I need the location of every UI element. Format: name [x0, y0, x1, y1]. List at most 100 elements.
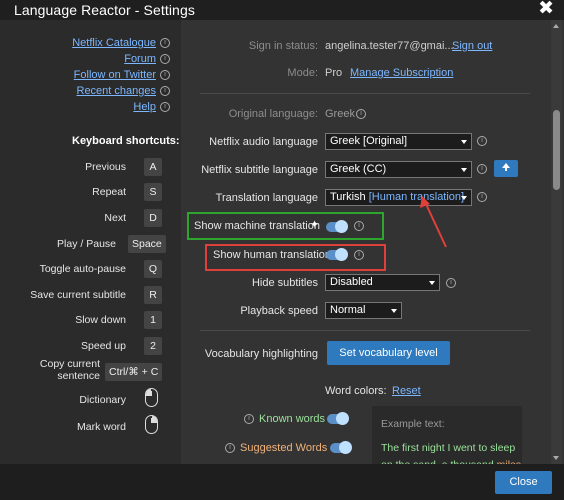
- info-icon[interactable]: i: [160, 54, 170, 64]
- link-label[interactable]: Forum: [124, 53, 156, 65]
- shortcut-save-subtitle: Save current subtitle R: [0, 286, 170, 304]
- shortcut-key: D: [144, 209, 162, 227]
- select-value: Greek [Original]: [330, 135, 408, 147]
- shortcut-speed-up: Speed up 2: [0, 337, 170, 355]
- subtitle-language-select[interactable]: Greek (CC): [325, 161, 472, 178]
- info-icon[interactable]: i: [225, 443, 235, 453]
- chevron-down-icon: [461, 168, 467, 172]
- info-icon[interactable]: i: [477, 192, 487, 202]
- hide-subtitles-select[interactable]: Disabled: [325, 274, 440, 291]
- link-label[interactable]: Recent changes: [77, 85, 157, 97]
- shortcut-label: Copy current sentence: [39, 358, 100, 382]
- sidebar-link-help[interactable]: Help i: [133, 100, 170, 114]
- shortcut-label: Save current subtitle: [30, 289, 126, 301]
- close-button[interactable]: Close: [495, 471, 552, 494]
- shortcut-repeat: Repeat S: [0, 183, 170, 201]
- playback-speed-select[interactable]: Normal: [325, 302, 402, 319]
- audio-language-select[interactable]: Greek [Original]: [325, 133, 472, 150]
- shortcut-key: Space: [128, 235, 166, 253]
- shortcut-label: Repeat: [92, 186, 126, 198]
- link-label[interactable]: Netflix Catalogue: [72, 37, 156, 49]
- scrollbar-thumb[interactable]: [553, 110, 560, 190]
- mouse-right-click-icon: [145, 415, 158, 434]
- select-value-tag: [Human translation]: [368, 191, 465, 203]
- example-text-box: Example text: The first night I went to …: [372, 406, 522, 471]
- hide-subtitles-label: Hide subtitles: [251, 277, 318, 289]
- shortcut-previous: Previous A: [0, 158, 170, 176]
- shortcut-slow-down: Slow down 1: [0, 311, 170, 329]
- settings-panel: [181, 20, 564, 464]
- link-label[interactable]: Follow on Twitter: [74, 69, 156, 81]
- translation-language-select[interactable]: Turkish [Human translation]: [325, 189, 472, 206]
- suggested-words-toggle[interactable]: [330, 441, 352, 454]
- sign-out-link[interactable]: Sign out: [452, 40, 492, 52]
- shortcut-label: Play / Pause: [57, 238, 116, 250]
- known-words-toggle[interactable]: [327, 412, 349, 425]
- shortcut-toggle-auto-pause: Toggle auto-pause Q: [0, 260, 170, 278]
- sidebar-link-twitter[interactable]: Follow on Twitter i: [74, 68, 170, 82]
- info-icon[interactable]: i: [477, 164, 487, 174]
- select-value: Disabled: [330, 276, 373, 288]
- info-icon[interactable]: i: [160, 38, 170, 48]
- mode-label: Mode:: [287, 67, 318, 79]
- shortcut-key: S: [144, 183, 162, 201]
- shortcut-key: Ctrl/⌘ + C: [105, 363, 163, 381]
- known-words-label: Known words: [259, 413, 326, 425]
- info-icon[interactable]: i: [160, 102, 170, 112]
- shortcut-label: Next: [104, 212, 126, 224]
- info-icon[interactable]: i: [160, 70, 170, 80]
- info-icon[interactable]: i: [477, 136, 487, 146]
- original-language-value: Greek: [325, 108, 355, 120]
- shortcut-label: Speed up: [81, 340, 126, 352]
- audio-language-label: Netflix audio language: [209, 136, 318, 148]
- select-value-language: Turkish: [330, 191, 366, 203]
- shortcut-key: A: [144, 158, 162, 176]
- highlight-box-green: [187, 212, 384, 240]
- footer-bar: Close: [0, 464, 564, 500]
- divider: [200, 330, 530, 331]
- playback-speed-label: Playback speed: [240, 305, 318, 317]
- sidebar-link-forum[interactable]: Forum i: [124, 52, 170, 66]
- vocabulary-highlighting-label: Vocabulary highlighting: [204, 348, 318, 360]
- chevron-down-icon: [429, 281, 435, 285]
- shortcut-label: Toggle auto-pause: [39, 263, 126, 275]
- info-icon[interactable]: i: [356, 109, 366, 119]
- chevron-down-icon: [391, 309, 397, 313]
- reset-link[interactable]: Reset: [392, 385, 421, 397]
- scroll-up-icon[interactable]: [553, 24, 559, 28]
- info-icon[interactable]: i: [244, 414, 254, 424]
- shortcut-label: Dictionary: [79, 394, 126, 406]
- sidebar-link-netflix-catalogue[interactable]: Netflix Catalogue i: [72, 36, 170, 50]
- sidebar-link-recent-changes[interactable]: Recent changes i: [77, 84, 170, 98]
- highlight-box-red: [205, 244, 386, 271]
- shortcut-key: 1: [144, 311, 162, 329]
- upload-subtitle-button[interactable]: [494, 160, 518, 177]
- info-icon[interactable]: i: [160, 86, 170, 96]
- shortcut-dictionary: Dictionary: [0, 388, 170, 409]
- original-language-label: Original language:: [228, 108, 318, 120]
- set-vocabulary-level-button[interactable]: Set vocabulary level: [327, 341, 450, 365]
- shortcut-mark-word: Mark word: [0, 415, 170, 436]
- word-colors-label: Word colors:: [325, 385, 387, 397]
- chevron-down-icon: [461, 140, 467, 144]
- shortcut-play-pause: Play / Pause Space: [0, 235, 170, 253]
- chevron-down-icon: [461, 196, 467, 200]
- title-bar: Language Reactor - Settings ✖: [0, 0, 564, 20]
- close-icon[interactable]: ✖: [538, 0, 554, 19]
- mouse-left-click-icon: [145, 388, 158, 407]
- example-line-1: The first night I went to sleep: [381, 442, 516, 454]
- shortcut-key: R: [144, 286, 162, 304]
- shortcut-label: Previous: [85, 161, 126, 173]
- signin-status-label: Sign in status:: [248, 40, 318, 52]
- shortcut-key: 2: [144, 337, 162, 355]
- example-title: Example text:: [381, 418, 445, 430]
- link-label[interactable]: Help: [133, 101, 156, 113]
- select-value: Normal: [330, 304, 366, 316]
- manage-subscription-link[interactable]: Manage Subscription: [350, 67, 453, 79]
- suggested-words-label: Suggested Words: [240, 442, 328, 454]
- scrollbar-track[interactable]: [551, 20, 562, 464]
- shortcut-label: Slow down: [75, 314, 126, 326]
- info-icon[interactable]: i: [446, 278, 456, 288]
- window-title: Language Reactor - Settings: [14, 2, 195, 18]
- scroll-down-icon[interactable]: [553, 456, 559, 460]
